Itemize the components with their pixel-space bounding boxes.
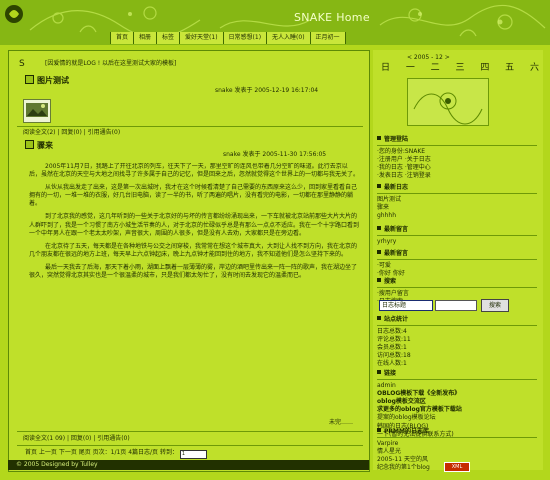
paragraph: 从伙从我出发走了出来，这是第一次出城时，我才在这个时候看清楚了自己需要的东西原来… [29,184,358,208]
nav-item-album[interactable]: 相册 [134,32,158,44]
guestbook-panel: 最新留言 ·可爱 ·你好 你好 [377,250,537,278]
stat-line: 日志总数:4 [377,328,407,336]
latest-post-link[interactable]: 骤来 [377,204,537,212]
page-select[interactable]: 1 [179,450,207,459]
nav-item-tags[interactable]: 标签 [157,32,181,44]
post-header: S [因爱情的就是LOG ! 以后在这里测试大家的模板] [15,57,361,71]
nav-item-home[interactable]: 首页 [110,32,135,44]
page: SNAKE Home 首页 相册 标签 爱好天堂(1) 日常感想(1) 无人入睡… [0,0,550,480]
stats-heading: 站点统计 [377,316,537,327]
post-initial: S [19,59,25,69]
search-input[interactable] [435,300,477,311]
guestbook-link[interactable]: ·可爱 [377,262,537,270]
latest-posts-panel: 最新日志 图片测试 骤来 ghhhh [377,184,537,220]
paragraph: 最后一天我去了后海，那天下着小雨，湖面上飘着一层薄薄的雾，岸边的酒吧里传出来一阵… [29,263,358,280]
post-meta: snake 发表于 2005-11-30 17:56:05 [223,151,327,158]
divider [17,445,363,446]
login-panel: 管理登陆 ·您的身份:SNAKE ·注册用户 ·关于日志 ·我的日志 ·管理中心… [377,136,537,180]
link-item[interactable]: 提案的oblog模板论坛 [377,414,537,422]
latest-posts-heading: 最新日志 [377,184,537,195]
weekday: 日 [381,63,391,73]
search-type-select[interactable]: 日志标题 [379,300,433,311]
post-body: 2005年11月7日，我踏上了开往北京的列车，往天下了一天，那里空旷的连风也带着… [29,163,359,418]
comments-panel: 最新留言 yrhyry [377,226,537,246]
weekday: 五 [505,63,515,73]
stats-panel: 站点统计 日志总数:4 评论总数:11 会员总数:1 访问总数:18 在线人数:… [377,316,537,369]
blogroll-link[interactable]: Varpire [377,440,537,448]
post-thumbnail-image[interactable] [23,99,51,123]
post-links[interactable]: 阅读全文(1 09) | 回复(0) | 引用通告(0) [23,435,130,443]
link-item[interactable]: admin [377,382,537,390]
stat-line: 在线人数:1 [377,360,407,368]
post-category-link[interactable]: [因爱情的就是LOG ! 以后在这里测试大家的模板] [45,60,176,68]
post-icon [25,75,34,84]
pagination: 首页 上一页 下一页 尾页 页次：1/1页 4篇日志/页 转到： 1 [25,449,207,459]
sidebar: < 2005 - 12 > 日 一 二 三 四 五 六 管理登陆 ·您的身份:S… [373,50,543,471]
weekday: 四 [480,63,490,73]
nav-item-insomnia[interactable]: 无人入睡(0) [267,32,311,44]
calendar-weekdays: 日 一 二 三 四 五 六 [381,62,539,76]
calendar-title[interactable]: < 2005 - 12 > [407,54,450,62]
footer: © 2005 Designed by Tulley [8,460,369,470]
calendar-image [407,78,489,126]
post-links[interactable]: 阅读全文(2) | 回复(0) | 引用通告(0) [23,129,120,137]
pagination-text[interactable]: 首页 上一页 下一页 尾页 页次：1/1页 4篇日志/页 转到： [25,449,178,456]
post-title[interactable]: 骤来 [25,140,53,152]
latest-post-link[interactable]: ghhhh [377,212,537,220]
main-content: S [因爱情的就是LOG ! 以后在这里测试大家的模板] 图片测试 snake … [8,50,370,472]
nav-item-newyear[interactable]: 正月初一 [310,32,346,44]
comments-heading: 最新留言 [377,226,537,237]
post-title[interactable]: 图片测试 [25,75,69,87]
search-option[interactable]: ·搜用户留言 [377,290,537,298]
weekday: 六 [529,63,539,73]
post-meta: snake 发表于 2005-12-19 16:17:04 [215,87,319,94]
login-line[interactable]: ·发表日志 ·注销登录 [377,172,537,180]
header: SNAKE Home 首页 相册 标签 爱好天堂(1) 日常感想(1) 无人入睡… [0,0,550,45]
paragraph: 到了北京我的感觉，这几年听到的一些关于北京好的与坏的传言都纷纷涌现出来，一下车就… [29,213,359,237]
weekday: 二 [430,63,440,73]
nav-bar: 首页 相册 标签 爱好天堂(1) 日常感想(1) 无人入睡(0) 正月初一 [110,32,346,44]
guestbook-heading: 最新留言 [377,250,537,261]
divider [17,431,363,432]
paragraph: 在北京待了五天，每天都是在各种地铁与公交之间穿梭，我常常在想这个城市真大，大到让… [29,242,358,258]
site-title: SNAKE Home [294,11,370,24]
search-button[interactable]: 搜索 [481,299,509,312]
blogroll-heading: PRMM的日志库 [377,428,537,439]
comment-link[interactable]: yrhyry [377,238,537,246]
paragraph: 2005年11月7日，我踏上了开往北京的列车，往天下了一天，那里空旷的连风也带着… [29,163,359,179]
xml-feed-badge[interactable]: XML [444,462,470,472]
login-heading: 管理登陆 [377,136,537,147]
login-line[interactable]: ·您的身份:SNAKE [377,148,537,156]
post-icon [25,140,34,149]
links-heading: 链接 [377,370,537,381]
read-more-link[interactable]: 未完…… [329,419,353,427]
divider [17,126,363,127]
logo-icon[interactable] [4,4,24,24]
weekday: 三 [455,63,465,73]
search-heading: 搜索 [377,278,537,289]
nav-item-hobby[interactable]: 爱好天堂(1) [180,32,224,44]
nav-item-daily[interactable]: 日常感想(1) [223,32,268,44]
weekday: 一 [405,63,415,73]
latest-post-link[interactable]: 图片测试 [377,196,537,204]
